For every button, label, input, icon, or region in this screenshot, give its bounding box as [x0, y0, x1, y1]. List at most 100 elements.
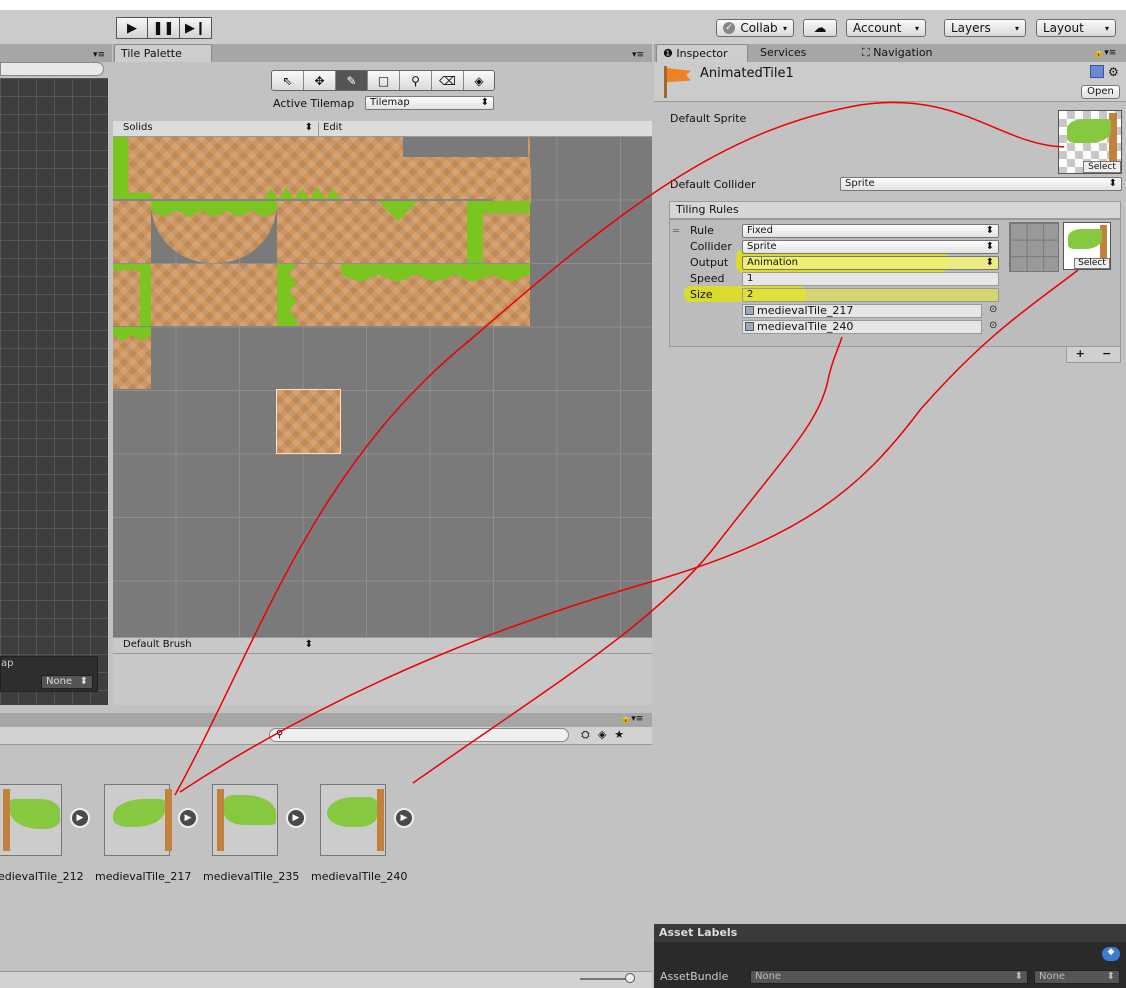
edit-button[interactable]: Edit [318, 122, 352, 136]
play-animation-icon[interactable]: ▶ [394, 808, 414, 828]
selected-tile[interactable] [276, 389, 341, 454]
picker-tool-icon[interactable]: ⚲ [400, 71, 432, 90]
scene-overlay-panel: ap None ⬍ [0, 656, 98, 692]
gear-icon[interactable]: ⚙ [1108, 65, 1119, 79]
active-tilemap-label: Active Tilemap [273, 97, 355, 110]
rule-value: Fixed [747, 225, 773, 236]
cloud-button[interactable]: ☁ [803, 19, 837, 37]
rule-dropdown[interactable]: Fixed ⬍ [742, 224, 999, 238]
asset-thumbnail[interactable] [0, 784, 62, 856]
collab-button[interactable]: ✓ Collab ▾ [716, 19, 794, 37]
open-button[interactable]: Open [1081, 85, 1120, 99]
favorite-icon[interactable]: ★ [614, 728, 624, 742]
tiling-rules-title: Tiling Rules [676, 203, 739, 216]
play-animation-icon[interactable]: ▶ [286, 808, 306, 828]
edit-label: Edit [323, 122, 343, 133]
rule-sprite-field[interactable]: Select [1063, 222, 1111, 270]
search-icon: ⚲ [276, 729, 284, 740]
box-fill-tool-icon[interactable]: □ [368, 71, 400, 90]
object-picker-icon[interactable]: ⊙ [989, 320, 997, 331]
rule-select-button[interactable]: Select [1074, 258, 1110, 269]
account-dropdown[interactable]: Account ▾ [846, 19, 926, 37]
dropdown-arrow-icon: ⬍ [985, 241, 994, 252]
assetbundle-variant-dropdown[interactable]: None ⬍ [1034, 970, 1120, 984]
brush-dropdown[interactable]: Default Brush ⬍ [119, 639, 317, 653]
lock-icon[interactable]: 🔒▾≡ [1093, 48, 1116, 58]
asset-labels-header: Asset Labels [654, 924, 1126, 942]
dropdown-arrow-icon: ⬍ [1108, 178, 1117, 189]
layers-dropdown[interactable]: Layers ▾ [944, 19, 1026, 37]
navigation-icon: ⛶ [862, 46, 874, 59]
move-tool-icon[interactable]: ✥ [304, 71, 336, 90]
tile [493, 167, 531, 203]
asset-thumbnail[interactable] [320, 784, 386, 856]
eraser-tool-icon[interactable]: ⌫ [432, 71, 464, 90]
select-tool-icon[interactable]: ⇖ [272, 71, 304, 90]
pause-button[interactable]: ❚❚ [148, 17, 180, 39]
account-label: Account [853, 21, 902, 35]
play-animation-icon[interactable]: ▶ [178, 808, 198, 828]
play-animation-icon[interactable]: ▶ [70, 808, 90, 828]
palette-grid[interactable] [113, 137, 652, 637]
tab-tile-palette[interactable]: Tile Palette [114, 44, 212, 62]
sprite-field-1[interactable]: medievalTile_240 [742, 320, 982, 334]
select-button[interactable]: Select [1083, 161, 1121, 173]
dropdown-arrow-icon: ⬍ [480, 97, 489, 108]
tag-icon[interactable]: ◆ [1102, 947, 1120, 961]
output-dropdown[interactable]: Animation ⬍ [742, 256, 999, 270]
collider-dropdown[interactable]: Sprite ⬍ [742, 240, 999, 254]
play-button[interactable]: ▶ [116, 17, 148, 39]
dropdown-arrow-icon: ⬍ [985, 257, 994, 268]
layout-dropdown[interactable]: Layout ▾ [1036, 19, 1116, 37]
dropdown-arrow-icon: ▾ [782, 23, 787, 33]
default-collider-dropdown[interactable]: Sprite ⬍ [840, 177, 1122, 191]
zoom-slider-handle[interactable] [625, 973, 635, 983]
palette-dropdown[interactable]: Solids ⬍ [119, 122, 317, 136]
scene-grid[interactable] [0, 78, 108, 705]
assetbundle-label: AssetBundle [660, 970, 729, 983]
add-rule-icon[interactable]: + [1076, 347, 1085, 362]
zoom-slider-track[interactable] [580, 978, 630, 980]
layers-label: Layers [951, 21, 991, 35]
divider [113, 653, 652, 654]
neighbor-grid[interactable] [1009, 222, 1059, 272]
layout-label: Layout [1043, 21, 1084, 35]
pause-icon: ❚❚ [152, 20, 175, 36]
object-picker-icon[interactable]: ⊙ [989, 304, 997, 315]
filter-label-icon[interactable]: ◈ [598, 728, 606, 742]
default-sprite-field[interactable]: Select [1058, 110, 1122, 174]
tab-navigation[interactable]: ⛶ Navigation [862, 46, 933, 60]
rule-add-remove: + − [1066, 347, 1121, 363]
tab-label: Services [760, 46, 807, 59]
active-tilemap-dropdown[interactable]: Tilemap ⬍ [365, 96, 494, 110]
project-search-input[interactable]: ⚲ [269, 728, 569, 742]
tab-label: Navigation [873, 46, 933, 59]
collider-value: Sprite [747, 241, 777, 252]
speed-field[interactable]: 1 [742, 272, 999, 286]
help-icon[interactable] [1090, 65, 1104, 78]
remove-rule-icon[interactable]: − [1102, 347, 1111, 362]
step-button[interactable]: ▶❙ [180, 17, 212, 39]
brush-tool-icon[interactable]: ✎ [336, 71, 368, 90]
asset-thumbnail[interactable] [212, 784, 278, 856]
panel-menu-icon[interactable]: ▾≡ [632, 50, 644, 60]
drag-handle-icon[interactable]: ═ [673, 226, 679, 237]
none-label: None [46, 676, 73, 687]
project-grid [0, 745, 652, 971]
tab-services[interactable]: Services [760, 46, 806, 59]
sprite-field-0[interactable]: medievalTile_217 [742, 304, 982, 318]
project-tabbar [0, 713, 652, 727]
lock-icon[interactable]: 🔒▾≡ [620, 714, 643, 724]
size-field[interactable]: 2 [742, 288, 999, 302]
none-dropdown[interactable]: None ⬍ [41, 675, 93, 689]
left-search-field[interactable] [0, 62, 104, 76]
asset-thumbnail[interactable] [104, 784, 172, 856]
panel-menu-icon[interactable]: ▾≡ [93, 50, 105, 60]
active-tilemap-value: Tilemap [370, 97, 410, 108]
assetbundle-dropdown[interactable]: None ⬍ [750, 970, 1028, 984]
tab-inspector[interactable]: ❶ Inspector [656, 44, 748, 62]
fill-tool-icon[interactable]: ◈ [464, 71, 494, 90]
dropdown-arrow-icon: ⬍ [985, 225, 994, 236]
speed-value: 1 [747, 273, 754, 284]
filter-type-icon[interactable]: ⛭ [581, 728, 590, 742]
